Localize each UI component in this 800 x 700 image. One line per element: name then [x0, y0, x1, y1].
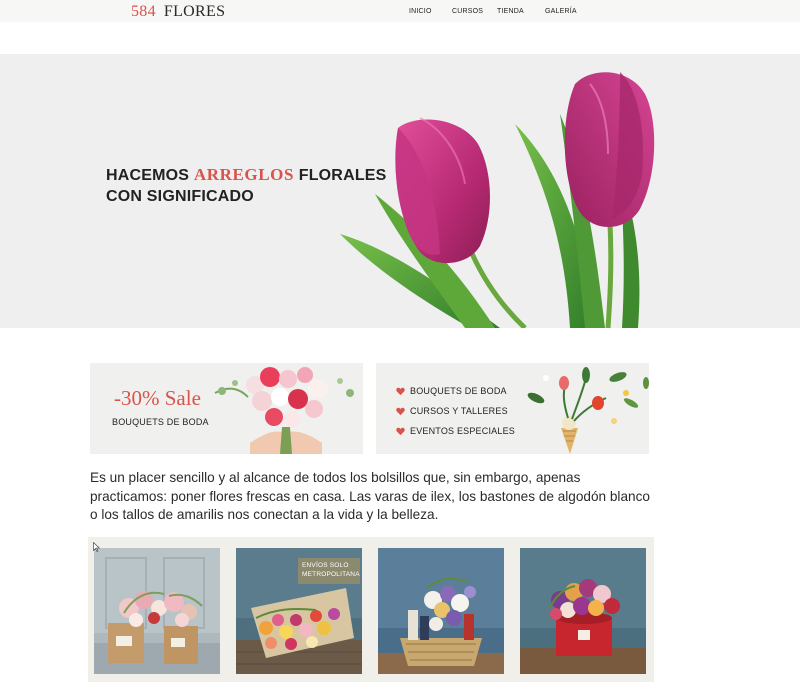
brand-name: FLORES	[163, 3, 226, 20]
gift-bag-arrangement-image	[94, 548, 220, 674]
intro-paragraph: Es un placer sencillo y al alcance de to…	[90, 470, 650, 522]
pink-tulips-image	[340, 72, 655, 328]
services-list: BOUQUETS DE BODA CURSOS Y TALLERES EVENT…	[396, 381, 515, 441]
flower-basket-image	[378, 548, 504, 674]
list-item[interactable]: EVENTOS ESPECIALES	[396, 421, 515, 441]
gallery-item-wrapped-bouquet[interactable]: ENVÍOS SOLO METROPOLITANA	[236, 548, 362, 674]
hero-heading-line2: CON SIGNIFICADO	[106, 188, 254, 205]
nav-item-tienda[interactable]: TIENDA	[497, 8, 524, 15]
nav-item-inicio[interactable]: INICIO	[409, 8, 432, 15]
sale-promo-card[interactable]: -30% Sale BOUQUETS DE BODA	[90, 363, 363, 454]
mouse-cursor-icon	[93, 542, 100, 552]
sale-title: -30% Sale	[114, 386, 201, 410]
heart-icon	[396, 427, 405, 435]
services-promo-card: BOUQUETS DE BODA CURSOS Y TALLERES EVENT…	[376, 363, 649, 454]
hero-heading-start: HACEMOS	[106, 167, 190, 184]
flowers-in-cone-image	[527, 367, 649, 454]
gallery-item-flower-basket[interactable]	[378, 548, 504, 674]
list-item[interactable]: BOUQUETS DE BODA	[396, 381, 515, 401]
gallery-item-gift-bag[interactable]	[94, 548, 220, 674]
brand-logo[interactable]: 584 FLORES	[131, 3, 225, 21]
hatbox-roses-image	[520, 548, 646, 674]
service-label-bouquets: BOUQUETS DE BODA	[410, 386, 507, 396]
bouquet-in-hands-image	[214, 367, 354, 454]
list-item[interactable]: CURSOS Y TALLERES	[396, 401, 515, 421]
hero-banner: HACEMOS ARREGLOS FLORALES CON SIGNIFICAD…	[0, 54, 800, 328]
heart-icon	[396, 407, 405, 415]
shipping-badge: ENVÍOS SOLO METROPOLITANA	[298, 558, 360, 584]
hero-heading-accent: ARREGLOS	[193, 165, 295, 184]
nav-item-cursos[interactable]: CURSOS	[452, 8, 483, 15]
service-label-eventos: EVENTOS ESPECIALES	[410, 426, 515, 436]
gallery-item-hatbox[interactable]	[520, 548, 646, 674]
sale-subtitle: BOUQUETS DE BODA	[112, 417, 209, 427]
service-label-cursos: CURSOS Y TALLERES	[410, 406, 508, 416]
heart-icon	[396, 387, 405, 395]
nav-item-galeria[interactable]: GALERÍA	[545, 8, 577, 15]
top-navbar: 584 FLORES INICIO CURSOS TIENDA GALERÍA	[0, 0, 800, 22]
product-gallery: ENVÍOS SOLO METROPOLITANA	[88, 537, 654, 682]
brand-number: 584	[131, 3, 156, 20]
